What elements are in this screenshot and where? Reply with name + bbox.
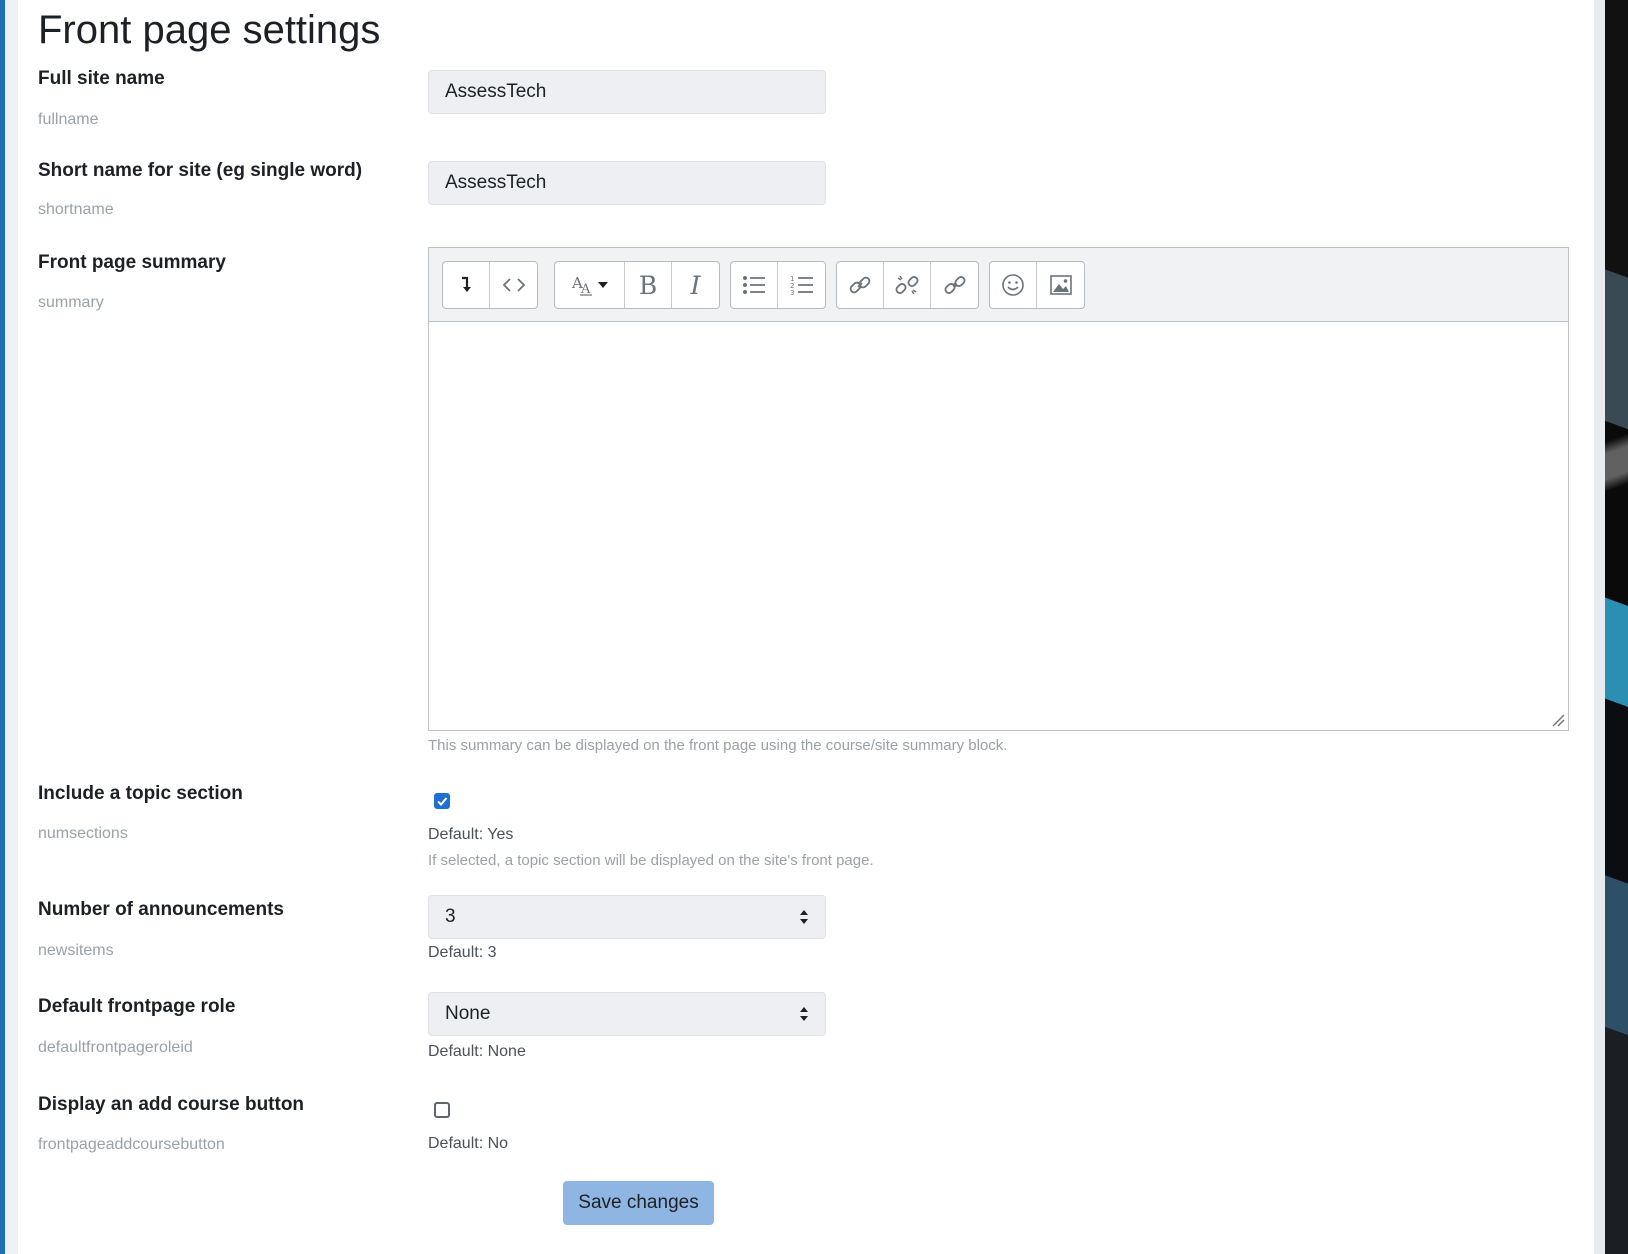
font-style-icon[interactable]: AA [555, 262, 625, 308]
fullname-label: Full site name [38, 68, 165, 89]
select-arrows-icon [800, 910, 808, 924]
left-gutter [5, 0, 18, 1254]
resize-grip-icon[interactable] [1551, 713, 1565, 727]
numsections-default: Default: Yes [428, 826, 514, 843]
numsections-label: Include a topic section [38, 783, 243, 804]
toolbar-group-2: AA B I [554, 261, 720, 309]
expand-toolbar-icon[interactable] [443, 262, 490, 308]
shortname-input[interactable]: AssessTech [428, 161, 826, 205]
background-image-strip [1605, 0, 1628, 1254]
frontpageaddcoursebutton-setting-name: frontpageaddcoursebutton [38, 1136, 225, 1153]
select-arrows-icon [800, 1007, 808, 1021]
svg-text:3: 3 [790, 289, 794, 296]
defaultfrontpageroleid-selected-value: None [445, 1003, 491, 1024]
defaultfrontpageroleid-setting-name: defaultfrontpageroleid [38, 1039, 193, 1056]
defaultfrontpageroleid-select[interactable]: None [428, 992, 826, 1036]
defaultfrontpageroleid-default: Default: None [428, 1043, 526, 1060]
fullname-setting-name: fullname [38, 111, 99, 128]
checkmark-icon [437, 797, 448, 806]
frontpageaddcoursebutton-checkbox[interactable] [434, 1102, 450, 1118]
frontpageaddcoursebutton-label: Display an add course button [38, 1094, 305, 1115]
frontpageaddcoursebutton-default: Default: No [428, 1135, 509, 1152]
numsections-setting-name: numsections [38, 825, 128, 842]
toolbar-group-5 [989, 261, 1085, 309]
newsitems-default: Default: 3 [428, 944, 497, 961]
manage-files-icon[interactable] [931, 262, 978, 308]
summary-label: Front page summary [38, 252, 226, 273]
newsitems-label: Number of announcements [38, 899, 284, 920]
editor-toolbar: AA B I 123 [429, 248, 1568, 322]
ordered-list-icon[interactable]: 123 [778, 262, 825, 308]
image-icon[interactable] [1037, 262, 1084, 308]
shortname-setting-name: shortname [38, 201, 114, 218]
page-title: Front page settings [38, 8, 381, 52]
unordered-list-icon[interactable] [731, 262, 778, 308]
save-changes-button[interactable]: Save changes [563, 1181, 714, 1225]
emoji-icon[interactable] [990, 262, 1037, 308]
numsections-help-text: If selected, a topic section will be dis… [428, 852, 874, 869]
settings-panel: Front page settings Full site name fulln… [18, 0, 1594, 1254]
unlink-icon[interactable] [884, 262, 931, 308]
toolbar-group-4 [836, 261, 979, 309]
summary-help-text: This summary can be displayed on the fro… [428, 737, 1008, 754]
shortname-label: Short name for site (eg single word) [38, 160, 363, 181]
italic-icon[interactable]: I [672, 262, 719, 308]
right-gutter [1594, 0, 1605, 1254]
summary-setting-name: summary [38, 294, 104, 311]
defaultfrontpageroleid-label: Default frontpage role [38, 996, 236, 1017]
summary-editor-content[interactable] [429, 322, 1568, 730]
summary-editor: AA B I 123 [428, 247, 1569, 731]
toolbar-group-1 [442, 261, 538, 309]
numsections-checkbox[interactable] [434, 793, 450, 809]
newsitems-selected-value: 3 [445, 906, 456, 927]
newsitems-setting-name: newsitems [38, 942, 114, 959]
toolbar-group-3: 123 [730, 261, 826, 309]
fullname-input[interactable]: AssessTech [428, 70, 826, 114]
html-source-icon[interactable] [490, 262, 537, 308]
bold-icon[interactable]: B [625, 262, 672, 308]
link-icon[interactable] [837, 262, 884, 308]
newsitems-select[interactable]: 3 [428, 895, 826, 939]
